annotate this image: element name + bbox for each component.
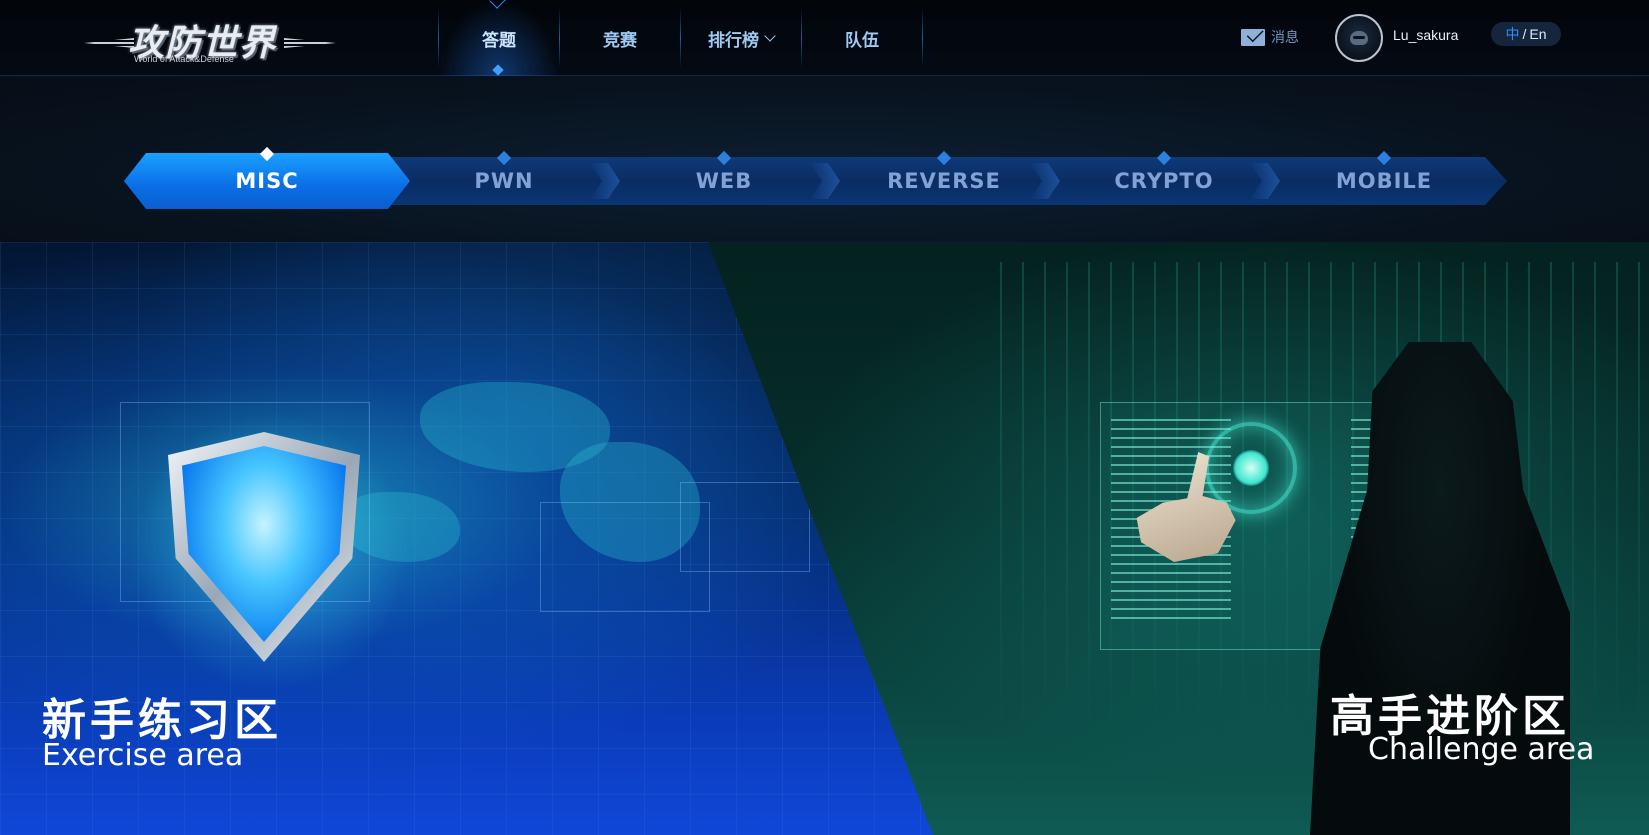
main-nav: 答题 竞赛 排行榜 队伍 bbox=[438, 0, 923, 76]
nav-item-competition[interactable]: 竞赛 bbox=[560, 0, 680, 76]
tab-label: REVERSE bbox=[887, 169, 1001, 193]
tab-label: MOBILE bbox=[1335, 169, 1433, 193]
nav-item-label: 排行榜 bbox=[708, 30, 759, 50]
tab-label: WEB bbox=[695, 169, 753, 193]
tab-marker-icon bbox=[1376, 150, 1392, 166]
ninja-avatar-icon bbox=[1350, 31, 1368, 45]
tab-marker-icon bbox=[1156, 150, 1172, 166]
nav-item-label: 答题 bbox=[482, 30, 516, 50]
tab-marker-icon bbox=[936, 150, 952, 166]
tab-label: CRYPTO bbox=[1114, 169, 1214, 193]
logo-left-wing bbox=[84, 38, 134, 48]
tab-reverse[interactable]: REVERSE bbox=[832, 150, 1060, 209]
language-switcher: 中 / En bbox=[1491, 22, 1561, 46]
tab-mobile[interactable]: MOBILE bbox=[1272, 150, 1496, 209]
nav-item-label: 队伍 bbox=[845, 30, 879, 50]
user-menu[interactable]: Lu_sakura bbox=[1335, 14, 1458, 62]
tab-marker-icon bbox=[496, 150, 512, 166]
tab-misc[interactable]: MISC bbox=[124, 146, 410, 209]
tab-label: MISC bbox=[235, 169, 299, 193]
active-indicator-icon bbox=[492, 64, 504, 76]
tab-crypto[interactable]: CRYPTO bbox=[1052, 150, 1280, 209]
top-navbar: 攻防世界 World of Attack&Defense 答题 竞赛 排行榜 队… bbox=[0, 0, 1649, 76]
category-tabs: MISC PWN WEB REVERSE CRYPTO MOBILE bbox=[124, 146, 1507, 209]
nav-item-label: 竞赛 bbox=[603, 30, 637, 50]
lang-separator: / bbox=[1522, 26, 1527, 42]
lang-option-en[interactable]: En bbox=[1529, 26, 1546, 42]
area-selection: 高手进阶区 Challenge area 新手练习区 Exercise area bbox=[0, 242, 1649, 835]
circuit-frame bbox=[680, 482, 810, 572]
shield-face bbox=[182, 446, 346, 642]
avatar[interactable] bbox=[1335, 14, 1383, 62]
logo-subtitle: World of Attack&Defense bbox=[134, 54, 234, 64]
tab-label: PWN bbox=[474, 169, 534, 193]
nav-divider bbox=[922, 8, 923, 68]
tab-web[interactable]: WEB bbox=[612, 150, 840, 209]
site-logo[interactable]: 攻防世界 World of Attack&Defense bbox=[84, 12, 336, 68]
messages-link[interactable]: 消息 bbox=[1241, 27, 1299, 47]
nav-item-leaderboard[interactable]: 排行榜 bbox=[681, 0, 801, 76]
tab-marker-icon bbox=[716, 150, 732, 166]
nav-item-answer[interactable]: 答题 bbox=[439, 0, 559, 76]
challenge-area-subtitle: Challenge area bbox=[1368, 732, 1595, 767]
lang-option-zh[interactable]: 中 bbox=[1505, 24, 1519, 44]
envelope-icon bbox=[1241, 28, 1265, 46]
exercise-area-subtitle: Exercise area bbox=[42, 738, 244, 773]
tab-pwn[interactable]: PWN bbox=[392, 150, 620, 209]
nav-item-team[interactable]: 队伍 bbox=[802, 0, 922, 76]
shield-icon bbox=[168, 432, 360, 662]
touch-target-icon bbox=[1205, 422, 1297, 514]
username: Lu_sakura bbox=[1393, 27, 1459, 43]
logo-right-wing bbox=[284, 38, 336, 48]
messages-label: 消息 bbox=[1271, 29, 1299, 45]
chevron-down-icon bbox=[764, 30, 776, 42]
